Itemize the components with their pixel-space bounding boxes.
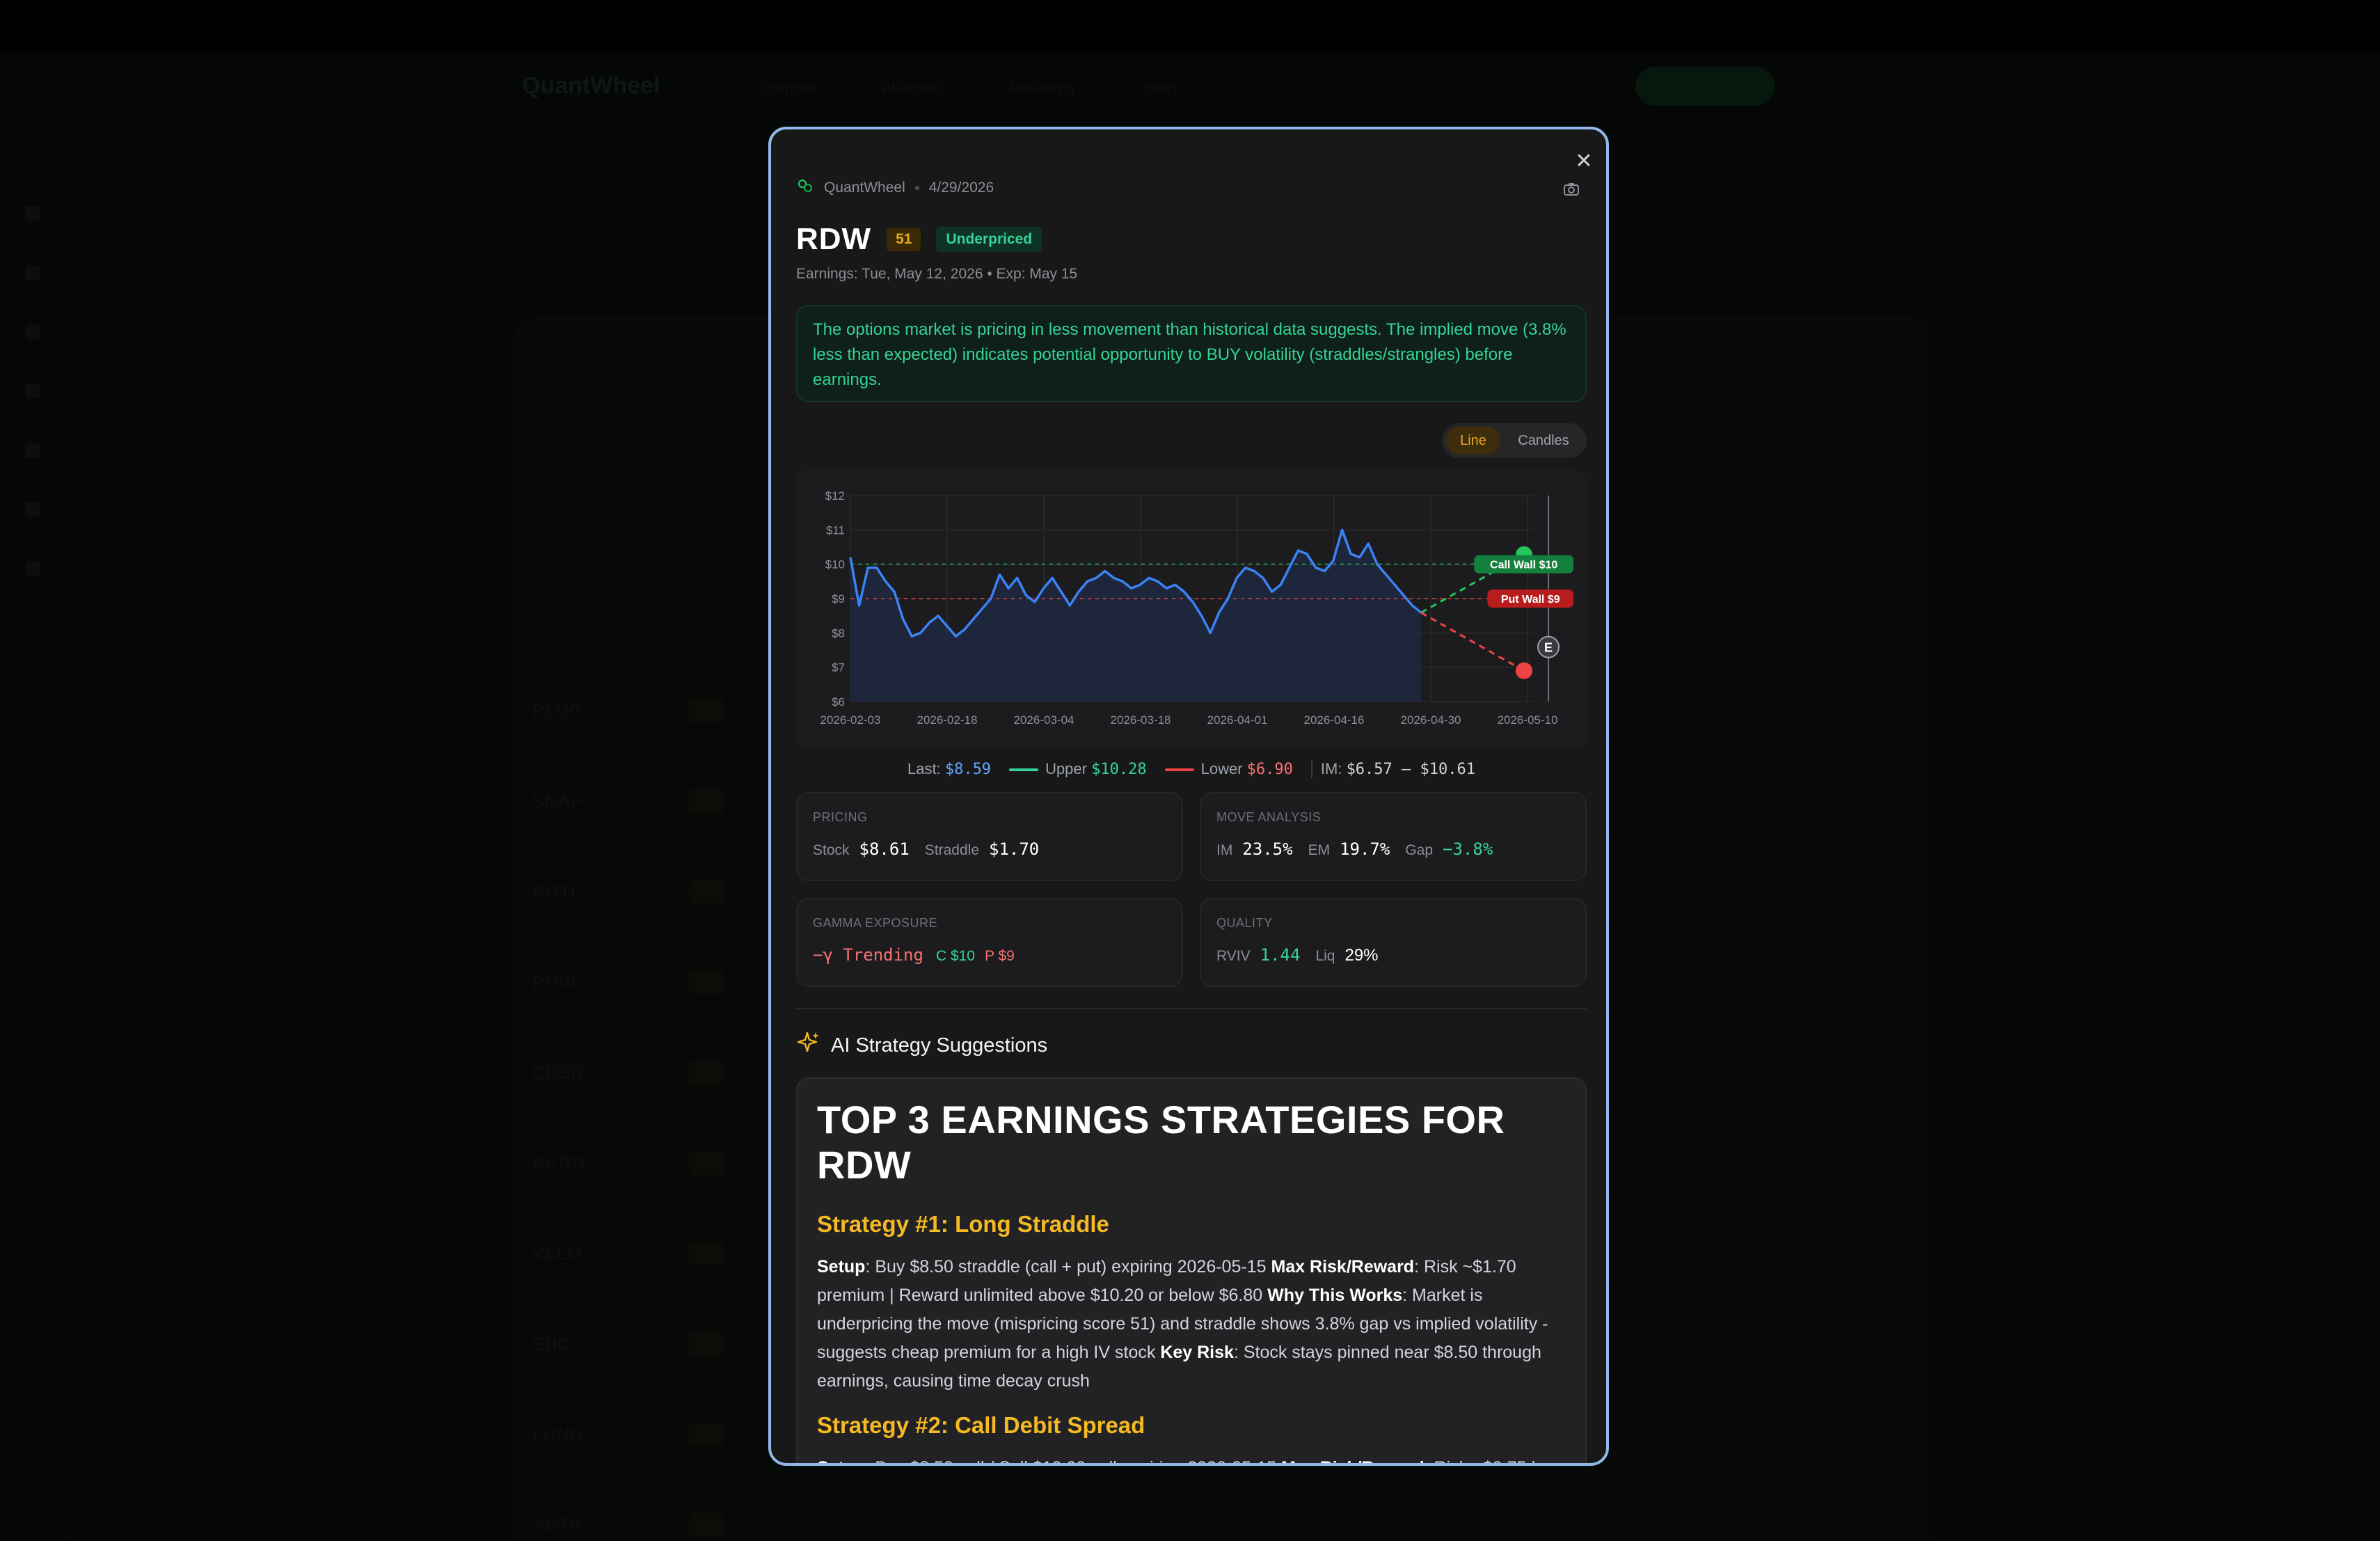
y-tick-label: $9 (832, 592, 845, 606)
y-tick-label: $11 (826, 523, 845, 537)
y-tick-label: $6 (832, 695, 845, 709)
straddle-price: $1.70 (989, 839, 1040, 859)
x-tick-label: 2026-04-01 (1207, 713, 1268, 727)
strategy-2-title: Strategy #2: Call Debit Spread (817, 1412, 1145, 1438)
move-analysis-card: MOVE ANALYSIS IM 23.5% EM 19.7% Gap −3.8… (1200, 792, 1587, 881)
strategy-2-body: Setup: Buy $8.50 call / Sell $10.00 call… (817, 1454, 1566, 1463)
legend-last: Last: $8.59 (907, 760, 991, 778)
setup-key: Setup (817, 1257, 866, 1277)
liq-value: 29% (1344, 946, 1379, 965)
x-tick-label: 2026-02-03 (820, 713, 881, 727)
ai-strategy-content[interactable]: TOP 3 EARNINGS STRATEGIES FOR RDW Strate… (796, 1077, 1587, 1463)
quality-card: QUALITY RVIV 1.44 Liq 29% (1200, 898, 1587, 987)
status-badge: Underpriced (936, 227, 1042, 252)
separator-dot (914, 186, 919, 190)
brand-row: QuantWheel 4/29/2026 (796, 174, 994, 202)
section-divider (796, 1008, 1587, 1009)
im-value: 23.5% (1242, 839, 1293, 859)
gamma-value: −γ Trending (813, 945, 923, 965)
legend-lower: Lower $6.90 (1164, 760, 1293, 778)
snapshot-date: 4/29/2026 (928, 180, 994, 196)
y-tick-label: $10 (825, 558, 845, 571)
strategy-1-title: Strategy #1: Long Straddle (817, 1211, 1109, 1237)
legend-im: IM: $6.57 – $10.61 (1310, 760, 1475, 778)
risk-key: Max Risk/Reward (1281, 1458, 1425, 1463)
top-bar (0, 0, 2380, 53)
ai-section-header: AI Strategy Suggestions (796, 1029, 1047, 1062)
price-chart[interactable]: $12 $11 $10 $9 $8 $7 $6 2026-02-03 2026-02-18 202… (796, 471, 1587, 748)
im-label: IM (1216, 842, 1233, 858)
key-risk-key: Key Risk (1160, 1343, 1234, 1362)
y-tick-label: $12 (825, 489, 845, 503)
strategies-title: TOP 3 EARNINGS STRATEGIES FOR RDW (817, 1098, 1505, 1187)
ai-section-title: AI Strategy Suggestions (831, 1034, 1048, 1057)
ticker-symbol: RDW (796, 222, 872, 256)
gap-value: −3.8% (1443, 839, 1493, 859)
lower-projection-line (1420, 611, 1525, 672)
brand-name: QuantWheel (824, 180, 905, 196)
chart-type-toggle: Line Candles (1442, 423, 1587, 458)
lower-target-dot (1516, 662, 1532, 679)
x-tick-label: 2026-04-30 (1401, 713, 1461, 727)
quality-label: QUALITY (1216, 916, 1273, 930)
move-analysis-label: MOVE ANALYSIS (1216, 810, 1322, 824)
legend-im-label: IM: (1320, 760, 1342, 777)
x-tick-label: 2026-03-18 (1111, 713, 1171, 727)
line-chart-button[interactable]: Line (1446, 427, 1500, 455)
pricing-label: PRICING (813, 810, 868, 824)
legend-last-label: Last: (907, 760, 941, 777)
gamma-put-wall: P $9 (985, 948, 1015, 964)
logo-icon (796, 177, 814, 199)
strategy-1-body: Setup: Buy $8.50 straddle (call + put) e… (817, 1253, 1566, 1396)
candles-chart-button[interactable]: Candles (1505, 427, 1582, 455)
y-tick-label: $7 (832, 661, 845, 674)
y-tick-label: $8 (832, 626, 845, 640)
title-row: RDW 51 Underpriced (796, 220, 1042, 259)
x-tick-label: 2026-05-10 (1498, 713, 1558, 727)
legend-upper-label: Upper (1045, 760, 1087, 777)
setup-text: : Buy $8.50 call / Sell $10.00 call expi… (865, 1458, 1281, 1463)
x-tick-label: 2026-02-18 (917, 713, 978, 727)
chart-legend: Last: $8.59 Upper $10.28 Lower $6.90 IM:… (796, 749, 1587, 789)
setup-text: : Buy $8.50 straddle (call + put) expiri… (865, 1257, 1271, 1277)
pricing-card: PRICING Stock $8.61 Straddle $1.70 (796, 792, 1183, 881)
rviv-value: 1.44 (1260, 945, 1301, 965)
x-tick-label: 2026-03-04 (1014, 713, 1074, 727)
legend-last-value: $8.59 (944, 761, 992, 778)
gap-label: Gap (1405, 842, 1434, 858)
why-key: Why This Works (1267, 1286, 1403, 1305)
put-wall-label: Put Wall $9 (1501, 594, 1560, 606)
risk-key: Max Risk/Reward (1271, 1257, 1415, 1277)
straddle-label: Straddle (924, 842, 979, 858)
em-value: 19.7% (1340, 839, 1390, 859)
earnings-date: Earnings: Tue, May 12, 2026 • Exp: May 1… (796, 266, 1078, 282)
call-wall-label: Call Wall $10 (1490, 560, 1557, 571)
stock-price: $8.61 (859, 839, 910, 859)
rviv-label: RVIV (1216, 948, 1251, 964)
upper-line-swatch (1009, 768, 1039, 772)
x-tick-label: 2026-04-16 (1304, 713, 1365, 727)
gamma-call-wall: C $10 (935, 948, 975, 964)
sparkle-icon (796, 1030, 821, 1061)
legend-lower-value: $6.90 (1246, 761, 1293, 778)
lower-line-swatch (1164, 768, 1194, 772)
score-badge: 51 (887, 228, 921, 251)
em-label: EM (1308, 842, 1331, 858)
ticker-detail-modal: ✕ QuantWheel 4/29/2026 RDW 51 Underprice… (768, 127, 1609, 1466)
stock-label: Stock (813, 842, 850, 858)
liq-label: Liq (1315, 948, 1335, 964)
price-chart-svg: $12 $11 $10 $9 $8 $7 $6 2026-02-03 2026-02-18 202… (820, 489, 1574, 727)
legend-im-range: $6.57 – $10.61 (1346, 761, 1475, 778)
legend-upper-value: $10.28 (1091, 761, 1147, 778)
legend-upper: Upper $10.28 (1009, 760, 1147, 778)
setup-key: Setup (817, 1458, 865, 1463)
earnings-marker-label: E (1544, 641, 1553, 655)
volatility-notice: The options market is pricing in less mo… (796, 305, 1587, 402)
camera-icon[interactable] (1557, 175, 1585, 203)
close-icon[interactable]: ✕ (1570, 148, 1598, 175)
gamma-exposure-card: GAMMA EXPOSURE −γ Trending C $10 P $9 (796, 898, 1183, 987)
legend-lower-label: Lower (1200, 760, 1243, 777)
gamma-label: GAMMA EXPOSURE (813, 916, 938, 930)
